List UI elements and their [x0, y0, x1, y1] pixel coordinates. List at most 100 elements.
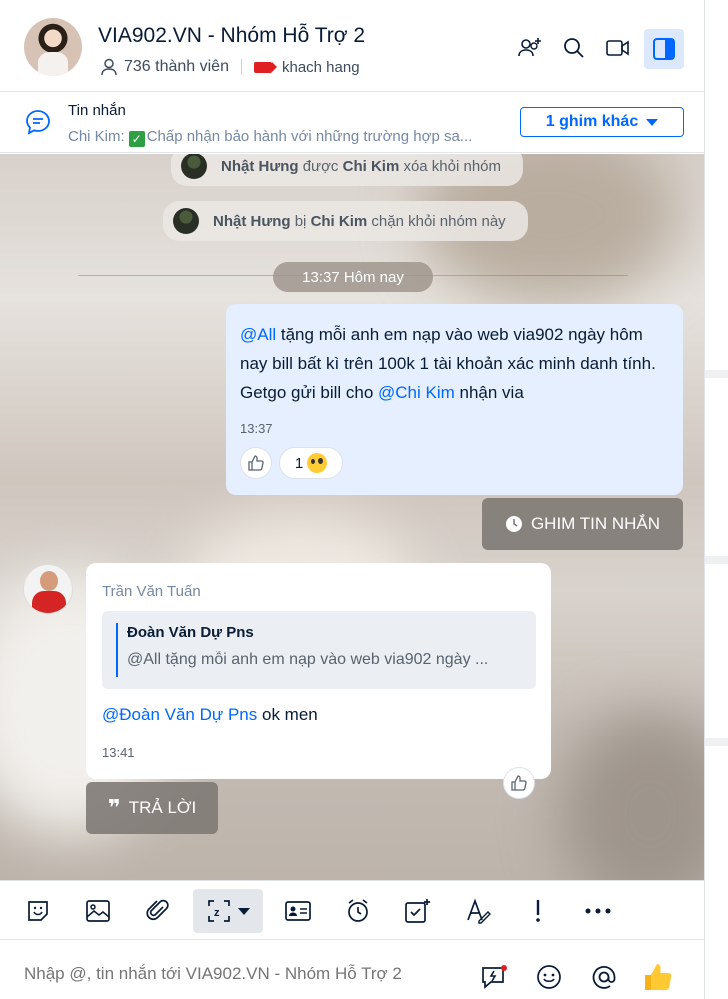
image-button[interactable] [76, 889, 120, 933]
mention[interactable]: @All [240, 325, 276, 344]
checkbox-plus-icon [405, 899, 430, 923]
group-tag[interactable]: khach hang [282, 59, 360, 76]
message-text: @Đoàn Văn Dự Pns ok men [102, 705, 318, 724]
more-options-button[interactable] [576, 889, 620, 933]
group-meta: 736 thành viên khach hang [100, 58, 360, 76]
more-pins-label: 1 ghim khác [545, 113, 639, 130]
checkmark-icon: ✓ [128, 131, 145, 147]
send-like-button[interactable] [640, 959, 676, 995]
divider [705, 738, 728, 746]
screenshot-icon: z [208, 900, 230, 922]
composer-toolbar: z [0, 880, 704, 940]
task-button[interactable] [396, 889, 440, 933]
reminder-button[interactable] [336, 889, 380, 933]
avatar [181, 154, 207, 179]
pinned-title: Tin nhắn [68, 102, 126, 119]
thumbs-up-icon [511, 775, 527, 791]
format-text-button[interactable] [456, 889, 500, 933]
message-text: @All tặng mỗi anh em nạp vào web via902 … [240, 325, 656, 402]
tag-icon [253, 61, 277, 73]
emoji-button[interactable] [531, 959, 567, 995]
image-icon [86, 900, 110, 922]
divider [705, 370, 728, 378]
toggle-panel-button[interactable] [644, 29, 684, 69]
sticker-button[interactable] [16, 889, 60, 933]
reaction-count: 1 [294, 454, 304, 472]
screenshot-button[interactable]: z [193, 889, 263, 933]
background-blur [560, 714, 704, 880]
emoji-icon [537, 965, 561, 989]
more-icon [585, 908, 611, 914]
system-message: Nhật Hưng bị Chi Kim chặn khỏi nhóm này [163, 201, 528, 241]
video-call-button[interactable] [600, 30, 636, 66]
chevron-down-icon [238, 907, 250, 915]
quoted-text: @All tặng mỗi anh em nạp vào web via902 … [127, 651, 489, 668]
other-message-bubble[interactable]: Trần Văn Tuấn Đoàn Văn Dự Pns @All tặng … [86, 563, 551, 779]
pin-message-button[interactable]: GHIM TIN NHẮN [482, 498, 683, 550]
quoted-sender: Đoàn Văn Dự Pns [127, 624, 254, 641]
avatar-head [40, 571, 58, 591]
react-button[interactable] [503, 767, 535, 799]
system-message: Nhật Hưng được Chi Kim xóa khỏi nhóm [171, 154, 524, 186]
pinned-preview: Chi Kim: ✓ Chấp nhận bảo hành với những tr… [68, 128, 488, 147]
time-separator: 13:37 Hôm nay [273, 262, 433, 292]
thumbs-up-icon [248, 455, 264, 471]
text-format-icon [467, 898, 491, 924]
reply-button[interactable]: ❞ TRẢ LỜI [86, 782, 218, 834]
mention-button[interactable] [586, 959, 622, 995]
quoted-message[interactable]: Đoàn Văn Dự Pns @All tặng mỗi anh em nạp… [102, 611, 536, 689]
avatar[interactable] [23, 564, 73, 614]
pinned-sender: Chi Kim: [68, 128, 125, 145]
more-pins-dropdown[interactable]: 1 ghim khác [520, 107, 684, 137]
add-member-button[interactable] [512, 30, 548, 66]
search-icon [564, 38, 584, 58]
add-user-icon [518, 38, 541, 57]
contact-card-icon [285, 901, 311, 921]
members-icon [100, 58, 118, 76]
chat-area[interactable]: Nhật Hưng được Chi Kim xóa khỏi nhóm Nhậ… [0, 154, 704, 880]
at-sign-icon [592, 965, 616, 989]
attach-button[interactable] [136, 889, 180, 933]
group-title[interactable]: VIA902.VN - Nhóm Hỗ Trợ 2 [98, 24, 365, 48]
caret-down-icon [646, 118, 659, 126]
react-button[interactable] [240, 447, 272, 479]
video-icon [606, 40, 629, 56]
quick-message-button[interactable] [476, 959, 512, 995]
quote-icon: ❞ [107, 795, 121, 820]
avatar-shirt [32, 591, 66, 613]
divider [240, 59, 242, 75]
side-panel-edge [704, 0, 728, 999]
pinned-message-bar[interactable]: Tin nhắn Chi Kim: ✓ Chấp nhận bảo hành với… [0, 93, 704, 153]
divider [705, 556, 728, 564]
message-input[interactable] [24, 964, 444, 984]
svg-text:z: z [214, 907, 220, 919]
paperclip-icon [146, 899, 169, 921]
clock-icon [505, 516, 522, 532]
my-message-bubble[interactable]: @All tặng mỗi anh em nạp vào web via902 … [226, 304, 683, 495]
sender-name[interactable]: Trần Văn Tuấn [102, 583, 535, 600]
chat-header: VIA902.VN - Nhóm Hỗ Trợ 2 736 thành viên… [0, 0, 704, 92]
surprised-emoji-icon [307, 453, 328, 473]
thumbs-up-icon [645, 964, 672, 990]
mention[interactable]: @Chi Kim [378, 383, 455, 402]
pinned-text: Chấp nhận bảo hành với những trường hợp … [146, 128, 473, 145]
message-time: 13:37 [240, 421, 273, 436]
pin-message-label: GHIM TIN NHẮN [530, 514, 661, 533]
chat-bubble-icon [24, 108, 52, 136]
group-avatar[interactable] [24, 18, 82, 76]
reaction-summary[interactable]: 1 [279, 447, 343, 479]
mention[interactable]: @Đoàn Văn Dự Pns [102, 705, 257, 724]
sticker-icon [28, 901, 48, 921]
exclamation-icon [536, 900, 540, 922]
search-button[interactable] [556, 30, 592, 66]
panel-icon [653, 38, 675, 60]
lightning-chat-icon [482, 965, 507, 989]
reply-label: TRẢ LỜI [128, 798, 197, 817]
members-count[interactable]: 736 thành viên [124, 58, 229, 76]
message-time: 13:41 [102, 745, 135, 760]
important-button[interactable] [516, 889, 560, 933]
alarm-clock-icon [348, 899, 368, 922]
contact-card-button[interactable] [276, 889, 320, 933]
avatar [173, 208, 199, 234]
message-composer [0, 941, 704, 999]
